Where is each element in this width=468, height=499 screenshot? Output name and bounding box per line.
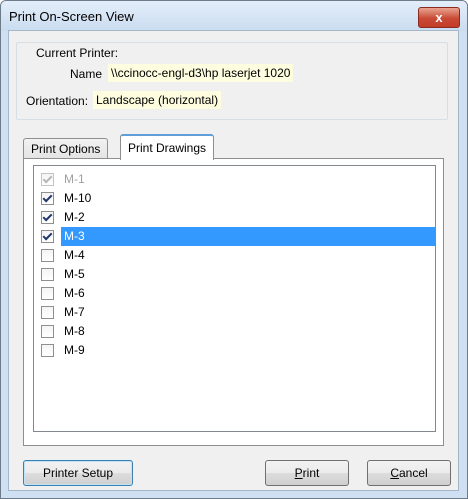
tab-print-options[interactable]: Print Options [23, 138, 109, 159]
list-item[interactable]: M-6 [34, 284, 435, 303]
list-item[interactable]: M-2 [34, 208, 435, 227]
list-item[interactable]: M-8 [34, 322, 435, 341]
checkbox[interactable] [41, 211, 54, 224]
close-button[interactable]: x [418, 7, 460, 28]
print-button[interactable]: Print [265, 460, 349, 486]
list-item-label: M-10 [64, 191, 92, 205]
list-item[interactable]: M-10 [34, 189, 435, 208]
list-item[interactable]: M-3 [34, 227, 435, 246]
checkbox[interactable] [41, 230, 54, 243]
checkbox[interactable] [41, 249, 54, 262]
list-item-label: M-4 [64, 248, 85, 262]
cancel-button[interactable]: Cancel [367, 460, 451, 486]
list-item-label: M-1 [64, 172, 85, 186]
title-bar[interactable]: Print On-Screen View x [1, 1, 467, 31]
window-title: Print On-Screen View [9, 9, 134, 24]
print-button-mnemonic: P [294, 466, 303, 480]
list-item[interactable]: M-4 [34, 246, 435, 265]
orientation-value: Landscape (horizontal) [93, 91, 222, 109]
drawings-checklist[interactable]: M-1 M-10 M-2 M-3 M-4 M-5 M-6 M-7 M-8 M-9 [33, 165, 436, 432]
checkbox[interactable] [41, 268, 54, 281]
printer-setup-button[interactable]: Printer Setup [23, 460, 133, 486]
list-item[interactable]: M-9 [34, 341, 435, 360]
checkbox[interactable] [41, 306, 54, 319]
close-icon: x [435, 10, 443, 25]
checkbox[interactable] [41, 344, 54, 357]
checkbox[interactable] [41, 287, 54, 300]
list-item-label: M-7 [64, 305, 85, 319]
printer-name-label: Name [70, 67, 103, 81]
checkbox [41, 173, 54, 186]
list-item-label: M-2 [64, 210, 85, 224]
current-printer-label: Current Printer: [34, 46, 121, 60]
list-item-label: M-8 [64, 324, 85, 338]
cancel-button-mnemonic: C [390, 466, 399, 480]
list-item-label: M-3 [61, 227, 435, 246]
list-item[interactable]: M-7 [34, 303, 435, 322]
list-item[interactable]: M-5 [34, 265, 435, 284]
checkbox[interactable] [41, 325, 54, 338]
checkbox[interactable] [41, 192, 54, 205]
orientation-label: Orientation: [26, 94, 89, 108]
cancel-button-label: ancel [398, 466, 428, 480]
printer-name-value: \\ccinocc-engl-d3\hp laserjet 1020 [108, 64, 294, 82]
list-item-label: M-5 [64, 267, 85, 281]
tab-print-drawings[interactable]: Print Drawings [120, 134, 215, 160]
list-item-label: M-9 [64, 343, 85, 357]
list-item[interactable]: M-1 [34, 170, 435, 189]
print-button-label: rint [302, 466, 320, 480]
list-item-label: M-6 [64, 286, 85, 300]
